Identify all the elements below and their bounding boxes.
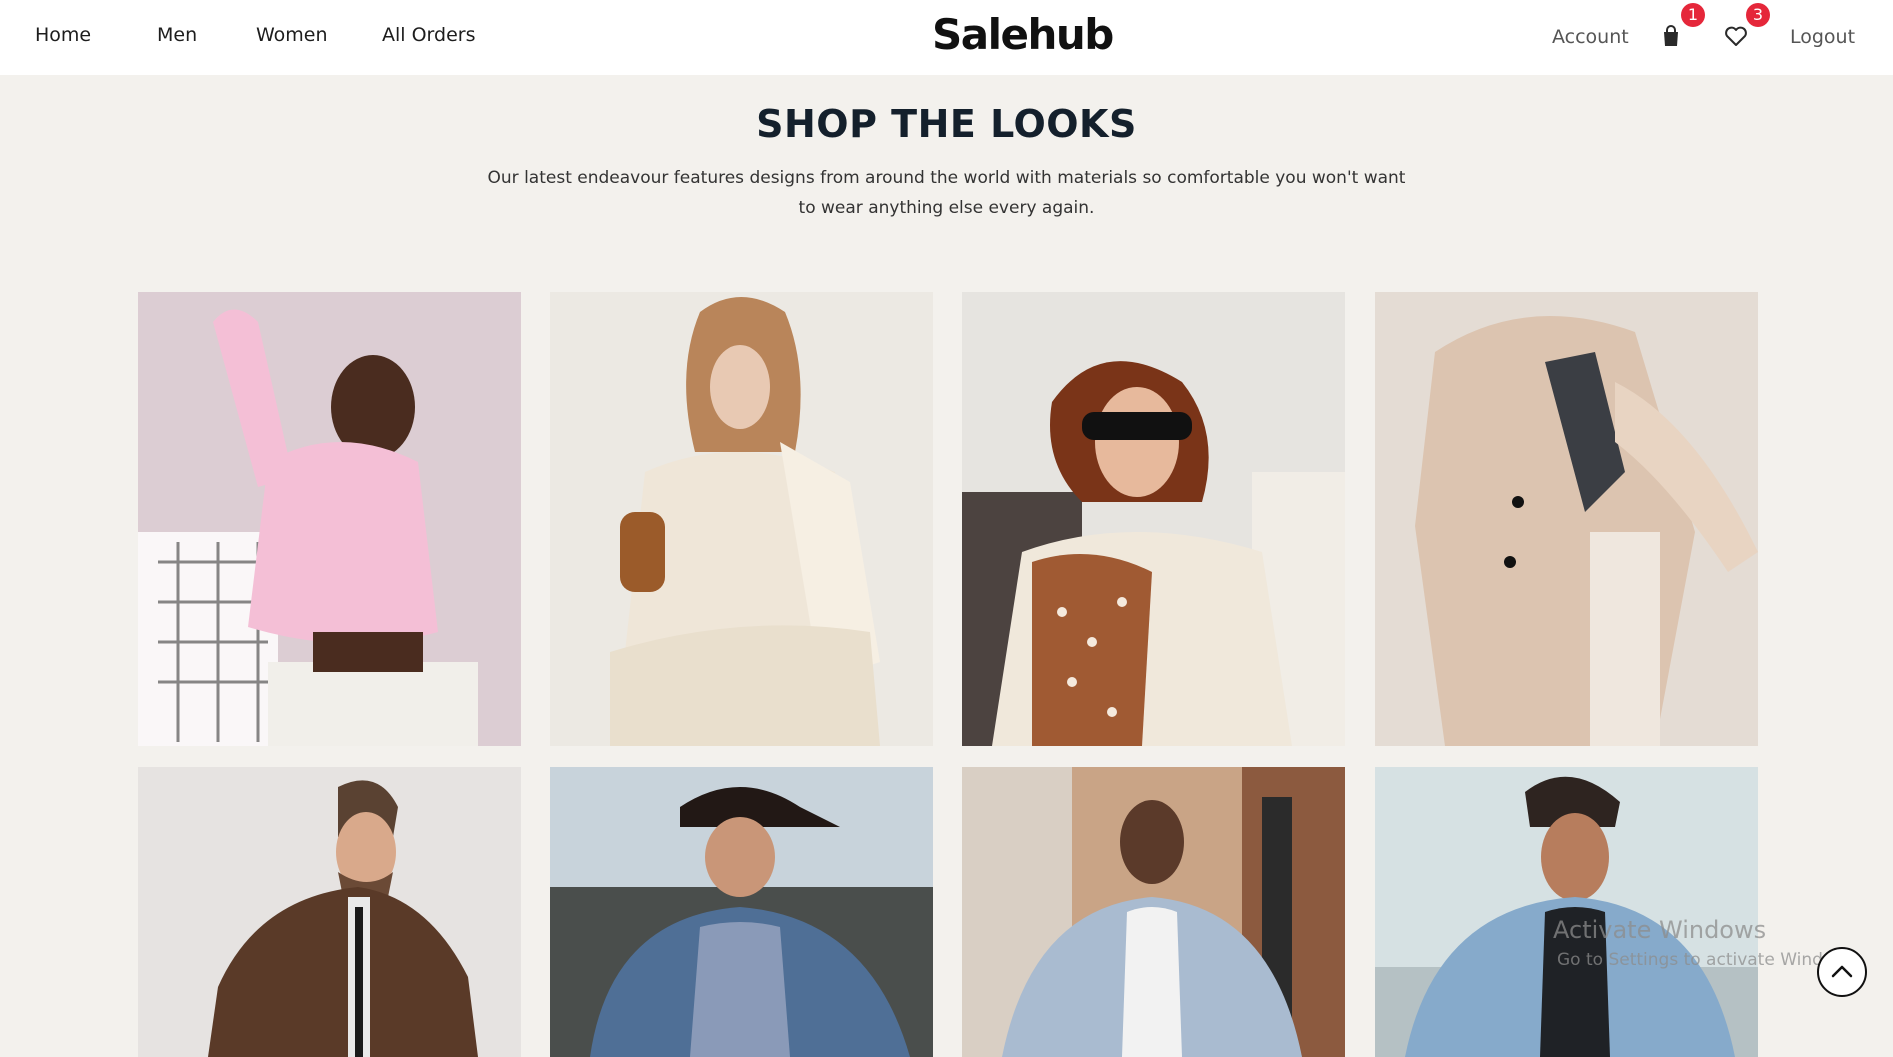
look-card-2[interactable]: [550, 292, 933, 746]
section-description: Our latest endeavour features designs fr…: [487, 168, 1406, 218]
look-card-5[interactable]: [138, 767, 521, 1057]
wishlist-button[interactable]: 3: [1722, 3, 1770, 50]
watermark-subtitle: Go to Settings to activate Windows.: [1557, 950, 1862, 970]
look-image-1: [138, 292, 521, 746]
heart-icon: [1725, 26, 1747, 46]
nav-home-link[interactable]: Home: [35, 24, 91, 46]
watermark-title: Activate Windows: [1553, 916, 1767, 944]
look-card-8[interactable]: [1375, 767, 1758, 1057]
shopping-bag-icon: [1664, 25, 1678, 46]
look-image-5: [138, 767, 521, 1057]
top-navbar: Home Men Women All Orders Salehub Accoun…: [0, 0, 1893, 75]
look-image-8: [1375, 767, 1758, 1057]
look-image-7: [962, 767, 1345, 1057]
look-card-4[interactable]: [1375, 292, 1758, 746]
look-card-7[interactable]: [962, 767, 1345, 1057]
cart-button[interactable]: 1: [1657, 3, 1705, 50]
look-image-4: [1375, 292, 1758, 746]
cart-count-badge: 1: [1681, 3, 1705, 27]
nav-all-orders-link[interactable]: All Orders: [382, 24, 476, 46]
logout-link[interactable]: Logout: [1790, 26, 1855, 48]
look-image-2: [550, 292, 933, 746]
look-card-3[interactable]: [962, 292, 1345, 746]
account-link[interactable]: Account: [1552, 26, 1629, 48]
section-title: SHOP THE LOOKS: [756, 102, 1137, 146]
activation-watermark: Activate Windows Go to Settings to activ…: [1553, 916, 1862, 970]
wishlist-count-badge: 3: [1746, 3, 1770, 27]
chevron-up-icon: [1831, 965, 1853, 978]
look-card-6[interactable]: [550, 767, 933, 1057]
scroll-to-top-button[interactable]: [1817, 947, 1867, 997]
nav-women-link[interactable]: Women: [256, 24, 328, 46]
look-card-1[interactable]: [138, 292, 521, 746]
look-image-3: [962, 292, 1345, 746]
look-image-6: [550, 767, 933, 1057]
brand-logo[interactable]: Salehub: [932, 10, 1114, 59]
nav-men-link[interactable]: Men: [157, 24, 197, 46]
